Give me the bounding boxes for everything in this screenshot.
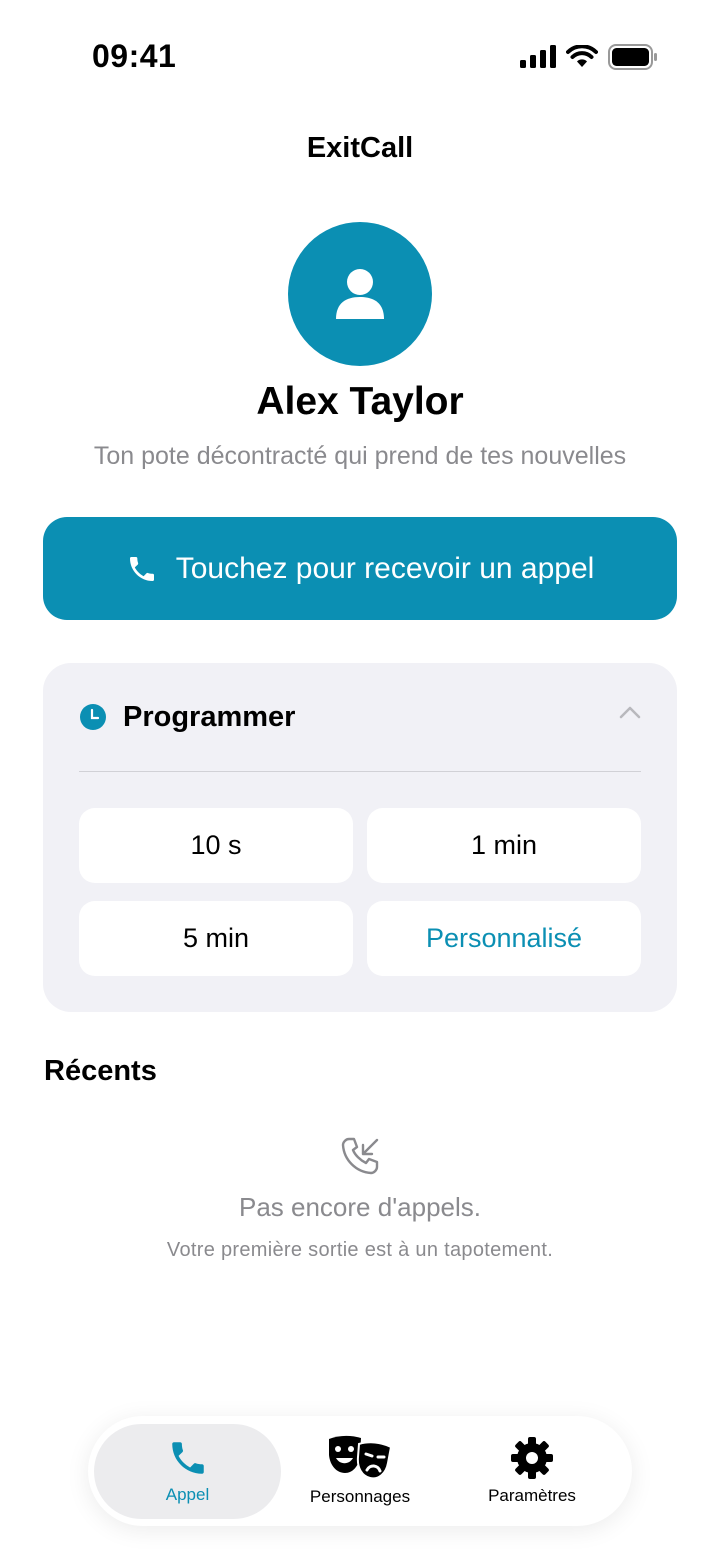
schedule-option-label: 5 min (182, 923, 250, 953)
contact-description: Ton pote décontracté qui prend de tes no… (93, 442, 627, 470)
schedule-option-5min[interactable]: 5 min (79, 901, 353, 976)
chevron-up-icon[interactable] (619, 705, 641, 719)
schedule-header[interactable]: Programmer (79, 697, 641, 737)
recents-title: Récents (44, 1055, 157, 1087)
schedule-option-label: Personnalisé (425, 923, 583, 953)
tab-label: Paramètres (488, 1486, 576, 1505)
schedule-option-label: 10 s (190, 830, 242, 860)
schedule-option-1min[interactable]: 1 min (367, 808, 641, 883)
recents-empty-title: Pas encore d'appels. (238, 1192, 481, 1222)
schedule-card: Programmer 10 s 1 min 5 min Personnalisé (43, 663, 677, 1012)
schedule-title: Programmer (123, 700, 296, 733)
receive-call-label: Touchez pour recevoir un appel (175, 551, 595, 585)
tab-appel[interactable]: Appel (94, 1416, 281, 1526)
gear-icon (511, 1437, 553, 1479)
recents-empty-subtitle: Votre première sortie est à un tapotemen… (166, 1239, 554, 1261)
status-icons (520, 44, 658, 70)
tab-label: Appel (165, 1485, 210, 1504)
receive-call-button[interactable]: Touchez pour recevoir un appel (43, 517, 677, 620)
status-time: 09:41 (92, 38, 177, 74)
theater-masks-icon (329, 1435, 393, 1480)
tab-label: Personnages (309, 1487, 411, 1506)
schedule-option-10s[interactable]: 10 s (79, 808, 353, 883)
person-icon (336, 269, 384, 319)
cellular-signal-icon (520, 45, 556, 68)
tab-parametres[interactable]: Paramètres (442, 1416, 622, 1526)
tab-personnages[interactable]: Personnages (278, 1416, 442, 1526)
phone-icon (129, 556, 154, 581)
battery-icon (608, 44, 657, 70)
phone-icon (171, 1442, 204, 1474)
schedule-option-label: 1 min (470, 830, 538, 860)
app-title: ExitCall (306, 132, 414, 164)
incoming-call-icon (341, 1137, 379, 1175)
wifi-icon (566, 45, 598, 67)
schedule-divider (79, 771, 641, 772)
tab-bar: Appel Personnages Paramètres (88, 1416, 632, 1526)
contact-avatar (288, 222, 432, 366)
schedule-option-custom[interactable]: Personnalisé (367, 901, 641, 976)
contact-name: Alex Taylor (256, 380, 464, 423)
clock-icon (80, 704, 106, 730)
